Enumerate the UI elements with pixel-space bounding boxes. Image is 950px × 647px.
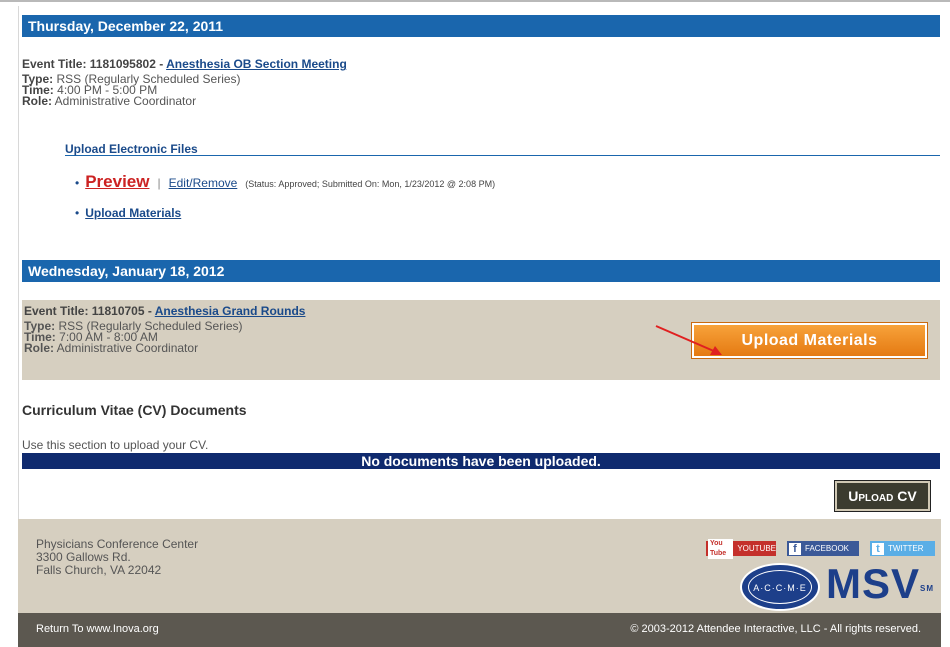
cv-description: Use this section to upload your CV. — [22, 438, 209, 452]
role-label: Role: — [24, 341, 54, 355]
role-value: Administrative Coordinator — [56, 341, 199, 355]
bottom-bar: Return To www.Inova.org © 2003-2012 Atte… — [18, 613, 941, 647]
role-label: Role: — [22, 94, 52, 108]
annotation-arrow-icon — [655, 325, 722, 355]
msv-logo-text: MSV — [826, 560, 921, 607]
event-title-label: Event Title: 1181095802 - — [22, 57, 164, 71]
copyright: © 2003-2012 Attendee Interactive, LLC - … — [630, 623, 921, 635]
facebook-link[interactable]: f FACEBOOK — [787, 541, 859, 556]
event-title-link[interactable]: Anesthesia OB Section Meeting — [166, 57, 347, 71]
file-list-item: • Preview | Edit/Remove (Status: Approve… — [75, 172, 495, 192]
service-mark: SM — [920, 584, 935, 593]
accme-logo-text: A·C·C·M·E — [748, 570, 812, 604]
event-details: Event Title: 1181095802 - Anesthesia OB … — [22, 57, 940, 107]
file-status: (Status: Approved; Submitted On: Mon, 1/… — [245, 179, 496, 189]
address-line: Falls Church, VA 22042 — [36, 563, 162, 577]
event-meta: Type: RSS (Regularly Scheduled Series) T… — [22, 73, 940, 108]
preview-link[interactable]: Preview — [85, 172, 149, 192]
event-title-line: Event Title: 1181095802 - Anesthesia OB … — [22, 57, 940, 71]
footer-address: Physicians Conference Center 3300 Gallow… — [36, 538, 198, 577]
separator: | — [157, 176, 161, 190]
upload-files-heading: Upload Electronic Files — [65, 142, 940, 156]
footer: Physicians Conference Center 3300 Gallow… — [18, 519, 941, 613]
event-title-line: Event Title: 11810705 - Anesthesia Grand… — [24, 304, 940, 318]
bullet-icon: • — [75, 176, 80, 190]
facebook-label: FACEBOOK — [805, 544, 850, 553]
date-header: Thursday, December 22, 2011 — [22, 15, 940, 37]
upload-materials-item: • Upload Materials — [75, 206, 181, 220]
twitter-link[interactable]: t TWITTER — [870, 541, 935, 556]
date-header: Wednesday, January 18, 2012 — [22, 260, 940, 282]
youtube-icon: You Tube — [708, 538, 734, 559]
no-documents-banner: No documents have been uploaded. — [22, 453, 940, 469]
return-link[interactable]: Return To www.Inova.org — [36, 623, 159, 635]
edit-remove-link[interactable]: Edit/Remove — [169, 176, 238, 190]
bullet-icon: • — [75, 206, 80, 220]
top-border — [0, 0, 950, 2]
cv-section-title: Curriculum Vitae (CV) Documents — [22, 402, 247, 418]
youtube-label: YOUTUBE — [737, 544, 776, 553]
role-value: Administrative Coordinator — [54, 94, 197, 108]
youtube-link[interactable]: You Tube YOUTUBE — [706, 538, 776, 559]
facebook-icon: f — [789, 542, 801, 555]
event-title-link[interactable]: Anesthesia Grand Rounds — [155, 304, 306, 318]
upload-cv-button[interactable]: Upload CV — [834, 480, 931, 512]
msv-logo: MSVSM — [826, 561, 934, 607]
twitter-icon: t — [872, 542, 884, 555]
event-title-label: Event Title: 11810705 - — [24, 304, 152, 318]
upload-materials-link[interactable]: Upload Materials — [85, 206, 181, 220]
twitter-label: TWITTER — [888, 544, 924, 553]
accme-logo: A·C·C·M·E — [740, 563, 820, 611]
